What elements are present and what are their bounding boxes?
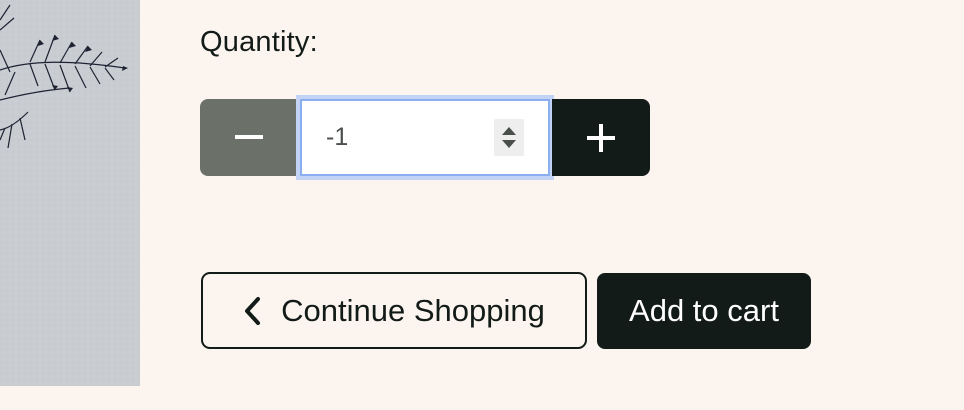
- quantity-spinner[interactable]: [494, 119, 524, 156]
- add-to-cart-label: Add to cart: [629, 293, 779, 328]
- spinner-arrows-icon: [502, 127, 516, 148]
- minus-icon: [235, 134, 263, 139]
- continue-shopping-button[interactable]: Continue Shopping: [201, 272, 587, 349]
- continue-shopping-label: Continue Shopping: [281, 292, 545, 328]
- quantity-label: Quantity:: [200, 26, 318, 58]
- plus-icon: [587, 123, 615, 152]
- add-to-cart-button[interactable]: Add to cart: [597, 273, 811, 349]
- product-image: [0, 0, 140, 386]
- quantity-stepper: [200, 95, 650, 180]
- quantity-focus-ring: [296, 95, 554, 180]
- chevron-left-icon: [245, 296, 261, 325]
- fern-illustration-icon: [0, 0, 140, 386]
- increment-button[interactable]: [552, 99, 650, 176]
- decrement-button[interactable]: [200, 99, 298, 176]
